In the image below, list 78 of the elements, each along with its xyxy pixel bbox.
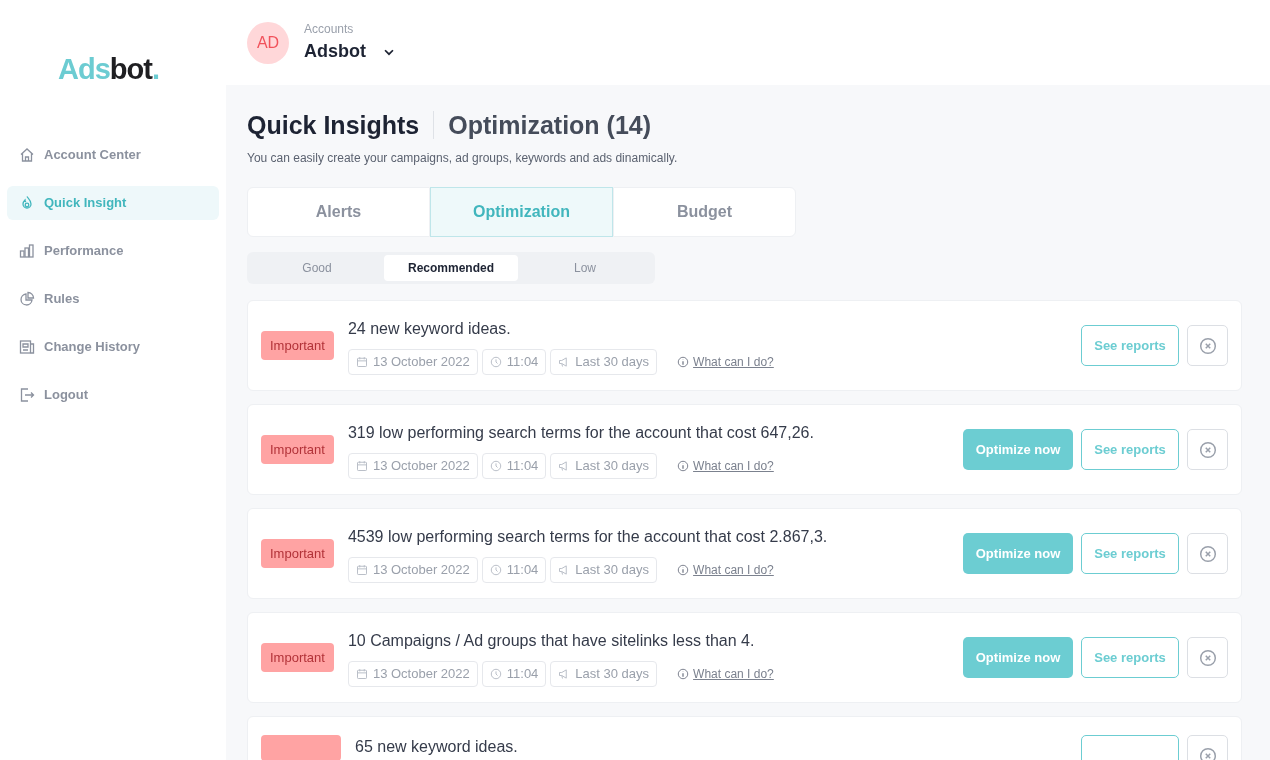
meta-chip: 13 October 2022 (347, 556, 478, 583)
meta-chip: Last 30 days (550, 556, 658, 583)
sidebar-item[interactable]: Change History (7, 330, 219, 364)
tab[interactable]: Budget (613, 187, 796, 237)
logo: Adsbot. (58, 52, 159, 87)
sidebar-item[interactable]: Rules (7, 282, 219, 316)
priority-badge: Important (261, 330, 334, 361)
sidebar-item[interactable]: Quick Insight (7, 186, 219, 220)
help-link[interactable]: What can I do? (693, 352, 774, 371)
info-icon (677, 563, 690, 576)
tab[interactable]: Optimization (430, 187, 613, 237)
avatar: AD (247, 21, 289, 64)
page-subtitle: Optimization (14) (447, 111, 652, 139)
reports-button[interactable]: See reports (1081, 533, 1179, 574)
info-icon (677, 459, 690, 472)
calendar-icon (355, 355, 368, 368)
insight-title: 4539 low performing search terms for the account that cost 2.867,3. (347, 526, 829, 547)
meta-chip: 11:04 (481, 348, 547, 375)
meta-chip: 11:04 (481, 556, 547, 583)
filter-tab[interactable]: Good (250, 255, 384, 281)
close-button[interactable] (1187, 325, 1228, 366)
insight-title: 319 low performing search terms for the account that cost 647,26. (347, 422, 815, 443)
home-icon (19, 147, 35, 163)
calendar-icon (355, 459, 368, 472)
reports-button[interactable]: See reports (1081, 637, 1179, 678)
logout-icon (19, 387, 35, 403)
optimize-button[interactable]: Optimize now (963, 637, 1073, 678)
calendar-icon (355, 563, 368, 576)
page-title: Quick Insights (247, 111, 435, 139)
help-link[interactable]: What can I do? (693, 664, 774, 683)
sidebar-item[interactable]: Account Center (7, 138, 219, 172)
clock-icon (489, 355, 502, 368)
filter-tab[interactable]: Low (518, 255, 652, 281)
insight-title: 65 new keyword ideas. (355, 737, 519, 757)
help-link[interactable]: What can I do? (693, 560, 774, 579)
meta-chip: 11:04 (481, 660, 547, 687)
optimize-button[interactable]: Optimize now (963, 533, 1073, 574)
meta-chip: 13 October 2022 (347, 660, 478, 687)
clock-icon (489, 563, 502, 576)
page-description: You can easily create your campaigns, ad groups, keywords and ads dinamically. (247, 150, 679, 167)
close-icon (1198, 336, 1217, 355)
tab[interactable]: Alerts (247, 187, 430, 237)
insight-title: 24 new keyword ideas. (347, 318, 512, 339)
close-button[interactable] (1187, 637, 1228, 678)
close-icon (1198, 746, 1217, 760)
sidebar-item[interactable]: Performance (7, 234, 219, 268)
priority-badge: Important (261, 434, 334, 465)
reports-button[interactable]: See reports (1081, 429, 1179, 470)
account-switcher[interactable]: Adsbot (304, 38, 396, 65)
insight-title: 10 Campaigns / Ad groups that have sitelinks less than 4. (347, 630, 756, 651)
meta-chip: Last 30 days (550, 452, 658, 479)
close-button[interactable] (1187, 533, 1228, 574)
flame-icon (19, 195, 35, 211)
pie-chart-icon (19, 291, 35, 307)
close-icon (1198, 440, 1217, 459)
info-icon (677, 355, 690, 368)
optimize-button[interactable]: Optimize now (963, 429, 1073, 470)
priority-badge: Important (261, 538, 334, 569)
clock-icon (489, 667, 502, 680)
meta-chip: 13 October 2022 (347, 348, 478, 375)
document-icon (19, 339, 35, 355)
filter-tab[interactable]: Recommended (384, 255, 518, 281)
info-icon (677, 667, 690, 680)
priority-badge: Important (261, 642, 334, 673)
meta-chip: 13 October 2022 (347, 452, 478, 479)
meta-chip: Last 30 days (550, 660, 658, 687)
meta-chip: Last 30 days (550, 348, 658, 375)
account-caption: Accounts (304, 21, 355, 38)
clock-icon (489, 459, 502, 472)
help-link[interactable]: What can I do? (693, 456, 774, 475)
bar-chart-icon (19, 243, 35, 259)
meta-chip: 11:04 (481, 452, 547, 479)
sidebar-item[interactable]: Logout (7, 378, 219, 412)
close-button[interactable] (1187, 429, 1228, 470)
close-icon (1198, 648, 1217, 667)
calendar-icon (355, 667, 368, 680)
close-icon (1198, 544, 1217, 563)
reports-button[interactable]: See reports (1081, 325, 1179, 366)
